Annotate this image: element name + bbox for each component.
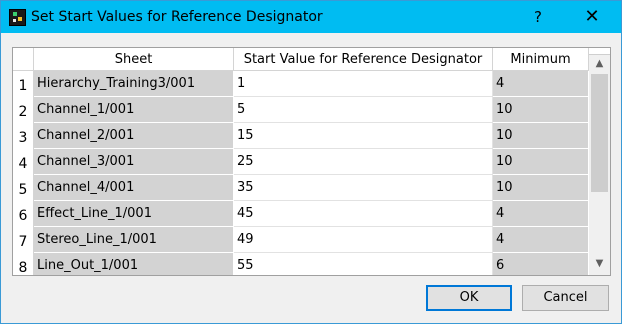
row-number[interactable]: 2 (13, 97, 34, 123)
dialog-title: Set Start Values for Reference Designato… (31, 9, 323, 25)
table-row: 5 Channel_4/001 35 10 (13, 175, 589, 201)
vertical-scrollbar[interactable]: ▲ ▼ (589, 48, 610, 275)
scroll-down-icon[interactable]: ▼ (589, 254, 610, 274)
row-number[interactable]: 6 (13, 201, 34, 227)
minimum-cell: 4 (493, 201, 589, 227)
table-row: 7 Stereo_Line_1/001 49 4 (13, 227, 589, 253)
start-value-cell[interactable]: 15 (234, 123, 493, 149)
row-number[interactable]: 8 (13, 253, 34, 275)
row-number[interactable]: 4 (13, 149, 34, 175)
table-row: 8 Line_Out_1/001 55 6 (13, 253, 589, 275)
start-value-cell[interactable]: 49 (234, 227, 493, 253)
help-button[interactable]: ? (523, 5, 553, 29)
close-button[interactable]: ✕ (577, 5, 607, 29)
minimum-cell: 10 (493, 175, 589, 201)
sheet-cell: Channel_1/001 (34, 97, 234, 123)
table-row: 1 Hierarchy_Training3/001 1 4 (13, 71, 589, 97)
row-number[interactable]: 7 (13, 227, 34, 253)
sheet-cell: Effect_Line_1/001 (34, 201, 234, 227)
minimum-cell: 4 (493, 71, 589, 97)
table-row: 4 Channel_3/001 25 10 (13, 149, 589, 175)
row-number[interactable]: 5 (13, 175, 34, 201)
sheet-cell: Hierarchy_Training3/001 (34, 71, 234, 97)
title-bar[interactable]: Set Start Values for Reference Designato… (1, 1, 621, 33)
start-value-cell[interactable]: 1 (234, 71, 493, 97)
table-row: 2 Channel_1/001 5 10 (13, 97, 589, 123)
table-row: 6 Effect_Line_1/001 45 4 (13, 201, 589, 227)
start-value-cell[interactable]: 55 (234, 253, 493, 275)
start-value-cell[interactable]: 45 (234, 201, 493, 227)
start-value-cell[interactable]: 25 (234, 149, 493, 175)
minimum-cell: 10 (493, 149, 589, 175)
sheet-cell: Channel_2/001 (34, 123, 234, 149)
start-value-cell[interactable]: 35 (234, 175, 493, 201)
scrollbar-thumb[interactable] (591, 74, 608, 192)
row-number[interactable]: 3 (13, 123, 34, 149)
sheet-cell: Channel_4/001 (34, 175, 234, 201)
header-minimum[interactable]: Minimum (493, 48, 589, 71)
sheet-cell: Channel_3/001 (34, 149, 234, 175)
reference-designator-table: Sheet Start Value for Reference Designat… (12, 47, 611, 276)
table-row: 3 Channel_2/001 15 10 (13, 123, 589, 149)
corner-header[interactable] (13, 48, 34, 71)
scroll-up-icon[interactable]: ▲ (589, 54, 610, 74)
header-start-value[interactable]: Start Value for Reference Designator (234, 48, 493, 71)
header-sheet[interactable]: Sheet (34, 48, 234, 71)
sheet-cell: Stereo_Line_1/001 (34, 227, 234, 253)
cancel-button[interactable]: Cancel (522, 285, 609, 311)
minimum-cell: 6 (493, 253, 589, 275)
start-value-cell[interactable]: 5 (234, 97, 493, 123)
minimum-cell: 10 (493, 123, 589, 149)
minimum-cell: 4 (493, 227, 589, 253)
ok-button[interactable]: OK (426, 285, 512, 311)
minimum-cell: 10 (493, 97, 589, 123)
dialog-window: Set Start Values for Reference Designato… (0, 0, 622, 324)
sheet-cell: Line_Out_1/001 (34, 253, 234, 275)
app-icon (9, 9, 26, 26)
row-number[interactable]: 1 (13, 71, 34, 97)
